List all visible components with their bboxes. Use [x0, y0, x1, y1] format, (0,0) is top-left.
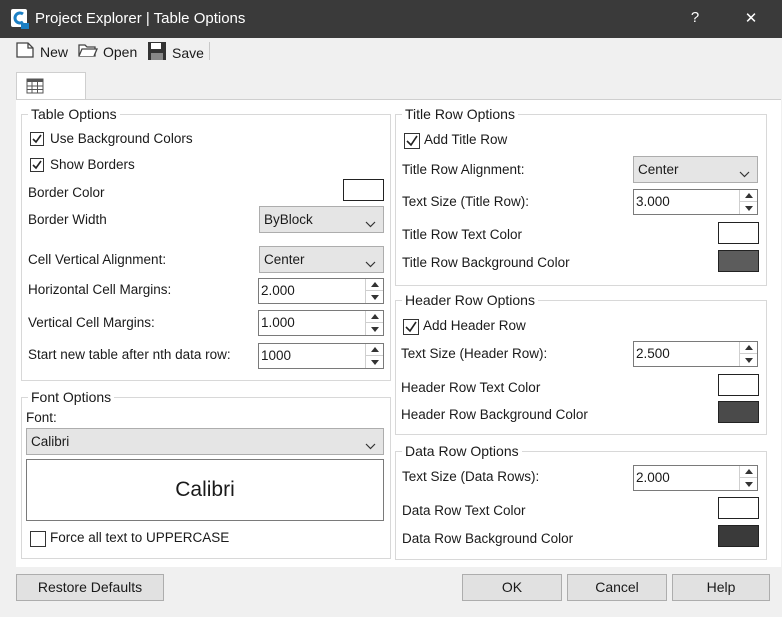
spin-down-icon[interactable] [366, 356, 383, 368]
spin-down-icon[interactable] [740, 478, 757, 490]
header-bg-color-label: Header Row Background Color [401, 407, 588, 422]
table-icon [26, 78, 44, 97]
font-options-legend: Font Options [28, 389, 115, 405]
spin-down-icon[interactable] [740, 202, 757, 214]
show-borders-checkbox[interactable] [30, 158, 44, 172]
show-borders-label: Show Borders [50, 157, 135, 172]
window-title: Project Explorer | Table Options [35, 10, 246, 27]
help-title-button[interactable]: ? [680, 9, 710, 26]
spin-up-icon[interactable] [366, 311, 383, 323]
cancel-button[interactable]: Cancel [567, 574, 667, 601]
data-text-size-label: Text Size (Data Rows): [402, 469, 540, 484]
chevron-down-icon [365, 256, 376, 271]
horizontal-margins-stepper[interactable]: 2.000 [258, 278, 384, 304]
spin-up-icon[interactable] [740, 190, 757, 202]
header-text-size-value: 2.500 [636, 346, 670, 361]
header-text-size-stepper[interactable]: 2.500 [633, 341, 758, 367]
border-width-label: Border Width [28, 212, 107, 227]
spin-down-icon[interactable] [366, 291, 383, 303]
save-disk-icon [147, 41, 167, 64]
spin-down-icon[interactable] [366, 323, 383, 335]
spin-down-icon[interactable] [740, 354, 757, 366]
cell-vertical-alignment-label: Cell Vertical Alignment: [28, 252, 167, 267]
font-preview-text: Calibri [175, 478, 235, 501]
save-label: Save [172, 44, 204, 61]
start-new-table-label: Start new table after nth data row: [28, 347, 231, 362]
use-background-colors-label: Use Background Colors [50, 131, 193, 146]
add-header-row-label: Add Header Row [423, 318, 526, 333]
border-width-select[interactable]: ByBlock [259, 206, 384, 233]
new-file-icon [15, 41, 35, 62]
cell-vertical-alignment-select[interactable]: Center [259, 246, 384, 273]
title-row-alignment-select[interactable]: Center [633, 156, 758, 183]
tab-table[interactable] [16, 72, 86, 101]
vertical-margins-value: 1.000 [261, 315, 295, 330]
title-bg-color-swatch[interactable] [718, 250, 759, 272]
title-bg-color-label: Title Row Background Color [402, 255, 570, 270]
ok-button[interactable]: OK [462, 574, 562, 601]
new-label: New [40, 43, 69, 60]
font-value: Calibri [31, 434, 70, 449]
title-text-color-label: Title Row Text Color [402, 227, 523, 242]
add-header-row-checkbox[interactable] [403, 319, 419, 335]
spin-up-icon[interactable] [366, 279, 383, 291]
header-row-options-legend: Header Row Options [402, 292, 538, 308]
vertical-margins-stepper[interactable]: 1.000 [258, 310, 384, 336]
use-background-colors-checkbox[interactable] [30, 132, 44, 146]
title-row-options-legend: Title Row Options [402, 106, 518, 122]
data-text-size-value: 2.000 [636, 470, 670, 485]
title-text-size-label: Text Size (Title Row): [402, 194, 530, 209]
app-logo-icon [10, 8, 30, 30]
help-button[interactable]: Help [672, 574, 770, 601]
title-row-alignment-value: Center [638, 162, 679, 177]
data-text-size-stepper[interactable]: 2.000 [633, 465, 758, 491]
save-button[interactable]: Save [147, 41, 204, 64]
border-color-swatch[interactable] [343, 179, 384, 201]
title-text-color-swatch[interactable] [718, 222, 759, 244]
title-bar: Project Explorer | Table Options ? ✕ [0, 0, 782, 38]
chevron-down-icon [365, 216, 376, 231]
header-text-color-label: Header Row Text Color [401, 380, 541, 395]
title-text-size-value: 3.000 [636, 194, 670, 209]
horizontal-margins-label: Horizontal Cell Margins: [28, 282, 172, 297]
border-color-label: Border Color [28, 185, 105, 200]
horizontal-margins-value: 2.000 [261, 283, 295, 298]
font-label: Font: [26, 410, 57, 425]
open-label: Open [103, 43, 138, 60]
spin-up-icon[interactable] [740, 342, 757, 354]
chevron-down-icon [365, 438, 376, 453]
data-bg-color-swatch[interactable] [718, 525, 759, 547]
add-title-row-label: Add Title Row [424, 132, 508, 147]
open-button[interactable]: Open [78, 41, 137, 62]
title-row-alignment-label: Title Row Alignment: [402, 162, 525, 177]
close-button[interactable]: ✕ [736, 9, 766, 27]
start-new-table-value: 1000 [261, 348, 292, 363]
data-bg-color-label: Data Row Background Color [402, 531, 574, 546]
spin-up-icon[interactable] [366, 344, 383, 356]
data-text-color-label: Data Row Text Color [402, 503, 526, 518]
border-width-value: ByBlock [264, 212, 313, 227]
restore-defaults-button[interactable]: Restore Defaults [16, 574, 164, 601]
add-title-row-checkbox[interactable] [404, 133, 420, 149]
header-bg-color-swatch[interactable] [718, 401, 759, 423]
uppercase-label: Force all text to UPPERCASE [50, 530, 230, 545]
spin-up-icon[interactable] [740, 466, 757, 478]
toolbar-separator [209, 42, 210, 60]
new-button[interactable]: New [15, 41, 68, 62]
title-text-size-stepper[interactable]: 3.000 [633, 189, 758, 215]
data-row-options-legend: Data Row Options [402, 443, 522, 459]
font-preview: Calibri [26, 459, 384, 521]
data-text-color-swatch[interactable] [718, 497, 759, 519]
font-select[interactable]: Calibri [26, 428, 384, 455]
start-new-table-stepper[interactable]: 1000 [258, 343, 384, 369]
vertical-margins-label: Vertical Cell Margins: [28, 315, 155, 330]
uppercase-checkbox[interactable] [30, 531, 46, 547]
folder-icon [78, 41, 98, 62]
cell-vertical-alignment-value: Center [264, 252, 305, 267]
chevron-down-icon [739, 166, 750, 181]
header-text-size-label: Text Size (Header Row): [401, 346, 548, 361]
table-options-legend: Table Options [28, 106, 120, 122]
header-text-color-swatch[interactable] [718, 374, 759, 396]
